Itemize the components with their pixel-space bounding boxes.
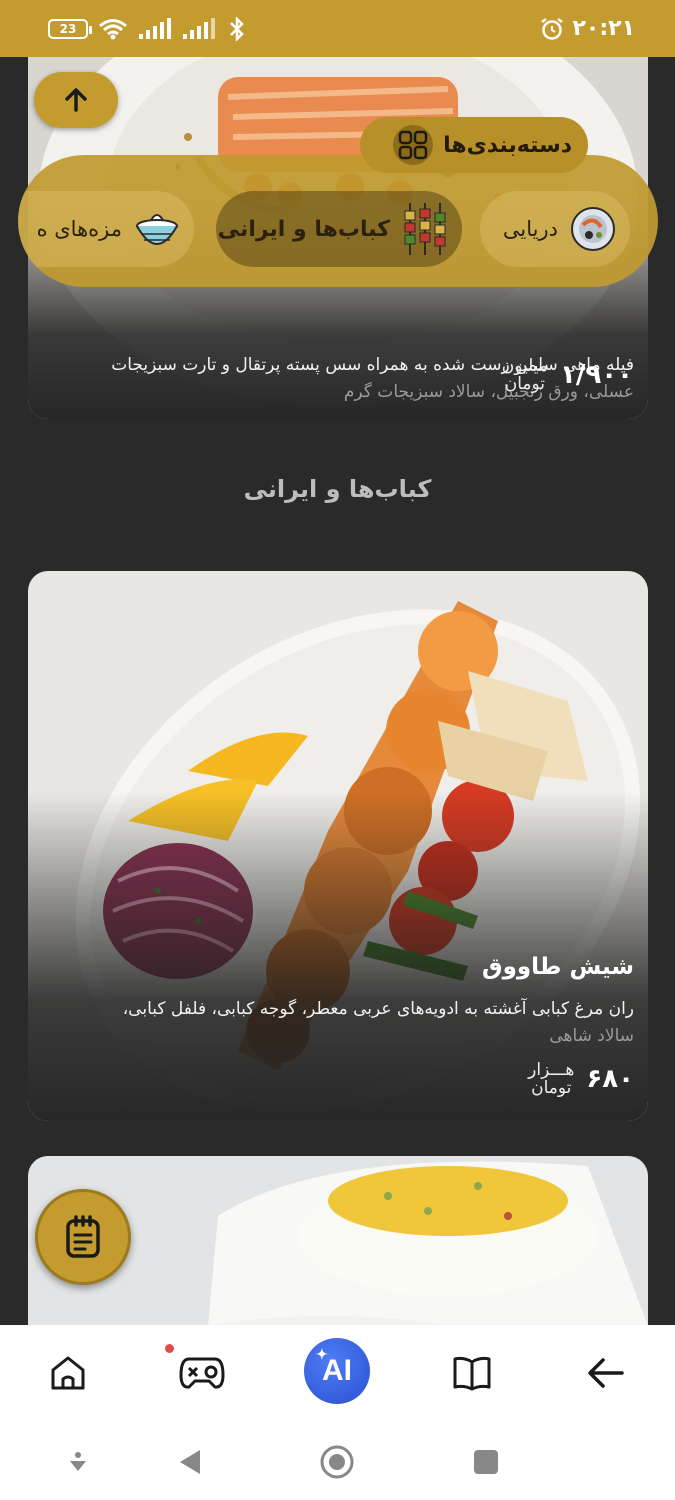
bottom-navigation: ✦ AI bbox=[0, 1325, 675, 1420]
status-right: ۲۰:۲۱ bbox=[540, 16, 635, 41]
system-recents[interactable] bbox=[466, 1442, 506, 1482]
grid-icon bbox=[393, 125, 434, 165]
category-label: کباب‌ها و ایرانی bbox=[217, 216, 390, 242]
bluetooth-icon bbox=[230, 16, 244, 41]
menu-scroll-area[interactable]: فیله ماهی سلمن رست شده به همراه سس پسته … bbox=[0, 57, 675, 1325]
price-unit-top: هـــزار bbox=[528, 1060, 575, 1080]
circle-home-icon bbox=[320, 1445, 354, 1479]
category-label: مزه‌های ه bbox=[36, 217, 122, 241]
game-controller-icon bbox=[179, 1357, 225, 1389]
price-value: ۶۸۰ bbox=[586, 1064, 634, 1094]
signal-icon-2 bbox=[183, 17, 215, 39]
system-home[interactable] bbox=[317, 1442, 357, 1482]
book-icon bbox=[453, 1356, 491, 1391]
triangle-back-icon bbox=[180, 1450, 200, 1474]
card-description-line2: سالاد شاهی bbox=[549, 1026, 634, 1046]
status-bar: 23 ۲۰:۲۱ bbox=[0, 0, 675, 57]
categories-label: دسته‌بندی‌ها bbox=[443, 132, 572, 158]
order-list-button[interactable] bbox=[35, 1189, 131, 1285]
nav-games[interactable] bbox=[172, 1343, 232, 1403]
category-panel[interactable]: دریایی کباب‌ها و ایرانی bbox=[18, 155, 658, 287]
category-seafood[interactable]: دریایی bbox=[480, 191, 630, 267]
back-arrow-icon bbox=[588, 1358, 624, 1388]
system-back[interactable] bbox=[170, 1442, 210, 1482]
notepad-icon bbox=[66, 1215, 100, 1258]
ai-button[interactable]: ✦ AI bbox=[304, 1338, 370, 1404]
category-dips[interactable]: مزه‌های ه bbox=[18, 191, 194, 267]
card-title: شیش طاووق bbox=[482, 954, 634, 980]
down-arrow-icon bbox=[70, 1452, 86, 1471]
nav-home[interactable] bbox=[38, 1343, 98, 1403]
menu-item-card-shish-taouk[interactable]: شیش طاووق ران مرغ کبابی آغشته به ادویه‌ه… bbox=[28, 571, 648, 1121]
card-price-salmon: ۱/۹۰۰ میلیون تومان bbox=[502, 357, 633, 393]
kebab-icon bbox=[400, 203, 450, 255]
card-description: ران مرغ کبابی آغشته به ادویه‌های عربی مع… bbox=[42, 996, 634, 1050]
alarm-icon bbox=[541, 17, 564, 40]
signal-icon bbox=[139, 17, 171, 39]
category-label: دریایی bbox=[502, 217, 558, 241]
system-assistant[interactable] bbox=[58, 1442, 98, 1482]
price-unit: هـــزار تومان bbox=[528, 1061, 574, 1097]
scroll-top-button[interactable] bbox=[34, 72, 118, 128]
dip-bowl-icon bbox=[132, 204, 182, 254]
square-recents-icon bbox=[474, 1450, 498, 1474]
sparkle-icon: ✦ bbox=[316, 1346, 328, 1362]
card-price: ۶۸۰ هـــزار تومان bbox=[528, 1061, 634, 1097]
battery-icon: 23 bbox=[48, 18, 92, 39]
status-left: 23 bbox=[48, 16, 248, 41]
arrow-up-icon bbox=[65, 88, 87, 112]
categories-button[interactable]: دسته‌بندی‌ها bbox=[360, 117, 588, 173]
price-unit-top: میلیون bbox=[501, 356, 549, 376]
wifi-icon bbox=[99, 18, 127, 39]
category-kebab[interactable]: کباب‌ها و ایرانی bbox=[216, 191, 462, 267]
price-unit-bottom: تومان bbox=[531, 1078, 572, 1098]
nav-menu-book[interactable] bbox=[442, 1343, 502, 1403]
nav-back[interactable] bbox=[576, 1343, 636, 1403]
battery-level: 23 bbox=[59, 21, 77, 36]
system-navigation bbox=[0, 1420, 675, 1500]
price-value: ۱/۹۰۰ bbox=[560, 360, 633, 390]
seafood-icon bbox=[568, 204, 618, 254]
clock: ۲۰:۲۱ bbox=[572, 16, 635, 41]
card-description-line1: ران مرغ کبابی آغشته به ادویه‌های عربی مع… bbox=[122, 999, 634, 1019]
price-unit: میلیون تومان bbox=[502, 357, 548, 393]
home-icon bbox=[51, 1356, 85, 1390]
price-unit-bottom: تومان bbox=[504, 374, 546, 394]
section-title: کباب‌ها و ایرانی bbox=[243, 475, 432, 503]
